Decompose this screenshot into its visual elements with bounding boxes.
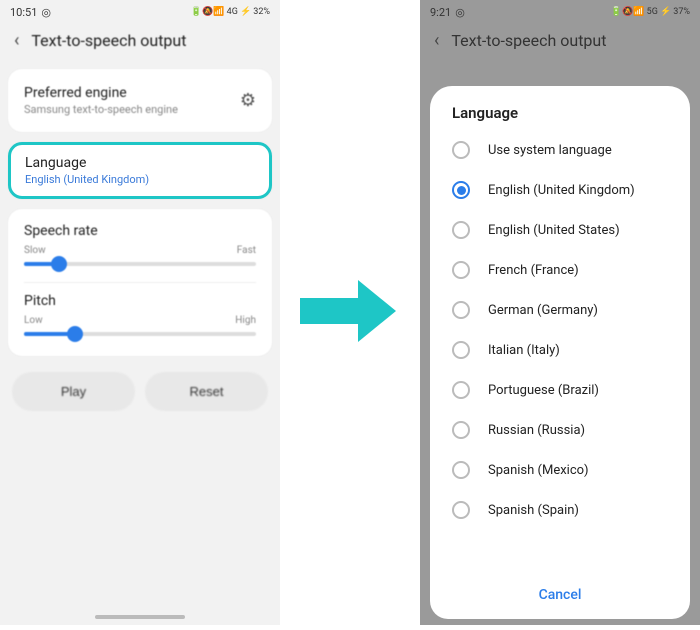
language-row[interactable]: Language English (United Kingdom) (8, 142, 272, 199)
radio-icon (452, 501, 470, 519)
radio-icon (452, 221, 470, 239)
option-label: Use system language (488, 143, 612, 158)
speech-rate-label: Speech rate (24, 223, 256, 239)
status-bar: 10:51 ◎ 🔋🔕📶 4G ⚡ 32% (0, 0, 280, 22)
button-row: Play Reset (0, 366, 280, 417)
status-icons: 🔋🔕📶 5G ⚡ (611, 7, 671, 17)
language-option[interactable]: English (United Kingdom) (430, 170, 690, 210)
language-option[interactable]: German (Germany) (430, 290, 690, 330)
language-sub: English (United Kingdom) (25, 173, 255, 186)
language-label: Language (25, 155, 255, 171)
pitch-high-label: High (235, 315, 256, 326)
rate-high-label: Fast (237, 245, 256, 256)
option-label: Portuguese (Brazil) (488, 383, 599, 398)
language-option[interactable]: English (United States) (430, 210, 690, 250)
status-time: 10:51 (10, 6, 37, 19)
phone-language-dialog: 9:21 ◎ 🔋🔕📶 5G ⚡ 37% ‹ Text-to-speech out… (420, 0, 700, 625)
language-option[interactable]: Spanish (Spain) (430, 490, 690, 530)
language-option[interactable]: Spanish (Mexico) (430, 450, 690, 490)
play-button[interactable]: Play (12, 372, 135, 411)
rate-low-label: Slow (24, 245, 46, 256)
back-icon[interactable]: ‹ (434, 30, 439, 51)
option-label: Spanish (Spain) (488, 503, 579, 518)
language-option[interactable]: Italian (Italy) (430, 330, 690, 370)
back-icon[interactable]: ‹ (14, 30, 19, 51)
language-option[interactable]: Portuguese (Brazil) (430, 370, 690, 410)
radio-icon (452, 461, 470, 479)
option-label: Spanish (Mexico) (488, 463, 589, 478)
page-header: ‹ Text-to-speech output (420, 22, 700, 65)
engine-card: Preferred engine Samsung text-to-speech … (8, 69, 272, 132)
status-icons: 🔋🔕📶 4G ⚡ (191, 7, 251, 17)
option-label: English (United Kingdom) (488, 183, 635, 198)
nav-handle[interactable] (95, 615, 185, 619)
language-options-list: Use system language English (United King… (430, 130, 690, 573)
radio-icon (452, 381, 470, 399)
language-option[interactable]: Russian (Russia) (430, 410, 690, 450)
language-option[interactable]: French (France) (430, 250, 690, 290)
status-time: 9:21 (430, 6, 451, 19)
engine-sub: Samsung text-to-speech engine (24, 103, 178, 116)
radio-icon (452, 341, 470, 359)
option-label: German (Germany) (488, 303, 598, 318)
radio-icon (452, 261, 470, 279)
page-title: Text-to-speech output (31, 31, 186, 50)
radio-icon (452, 141, 470, 159)
option-label: French (France) (488, 263, 579, 278)
status-clock-icon: ◎ (41, 6, 51, 19)
language-option[interactable]: Use system language (430, 130, 690, 170)
reset-button[interactable]: Reset (145, 372, 268, 411)
status-bar: 9:21 ◎ 🔋🔕📶 5G ⚡ 37% (420, 0, 700, 22)
status-battery: 32% (253, 7, 270, 17)
speech-rate-section: Speech rate Slow Fast (8, 213, 272, 282)
language-dialog: Language Use system language English (Un… (430, 86, 690, 619)
speech-rate-slider[interactable] (24, 262, 256, 266)
sliders-card: Speech rate Slow Fast Pitch Low High (8, 209, 272, 356)
pitch-label: Pitch (24, 293, 256, 309)
page-title: Text-to-speech output (451, 31, 606, 50)
transition-arrow-icon (300, 280, 400, 340)
pitch-slider[interactable] (24, 332, 256, 336)
gear-icon[interactable]: ⚙ (240, 90, 256, 111)
dialog-title: Language (430, 104, 690, 130)
cancel-button[interactable]: Cancel (430, 573, 690, 619)
phone-tts-settings: 10:51 ◎ 🔋🔕📶 4G ⚡ 32% ‹ Text-to-speech ou… (0, 0, 280, 625)
option-label: English (United States) (488, 223, 620, 238)
radio-icon (452, 421, 470, 439)
option-label: Italian (Italy) (488, 343, 560, 358)
pitch-section: Pitch Low High (8, 283, 272, 352)
page-header: ‹ Text-to-speech output (0, 22, 280, 65)
option-label: Russian (Russia) (488, 423, 585, 438)
radio-icon (452, 181, 470, 199)
engine-label: Preferred engine (24, 85, 178, 101)
preferred-engine-row[interactable]: Preferred engine Samsung text-to-speech … (8, 73, 272, 128)
status-clock-icon: ◎ (455, 6, 465, 19)
radio-icon (452, 301, 470, 319)
pitch-low-label: Low (24, 315, 43, 326)
status-battery: 37% (673, 7, 690, 17)
